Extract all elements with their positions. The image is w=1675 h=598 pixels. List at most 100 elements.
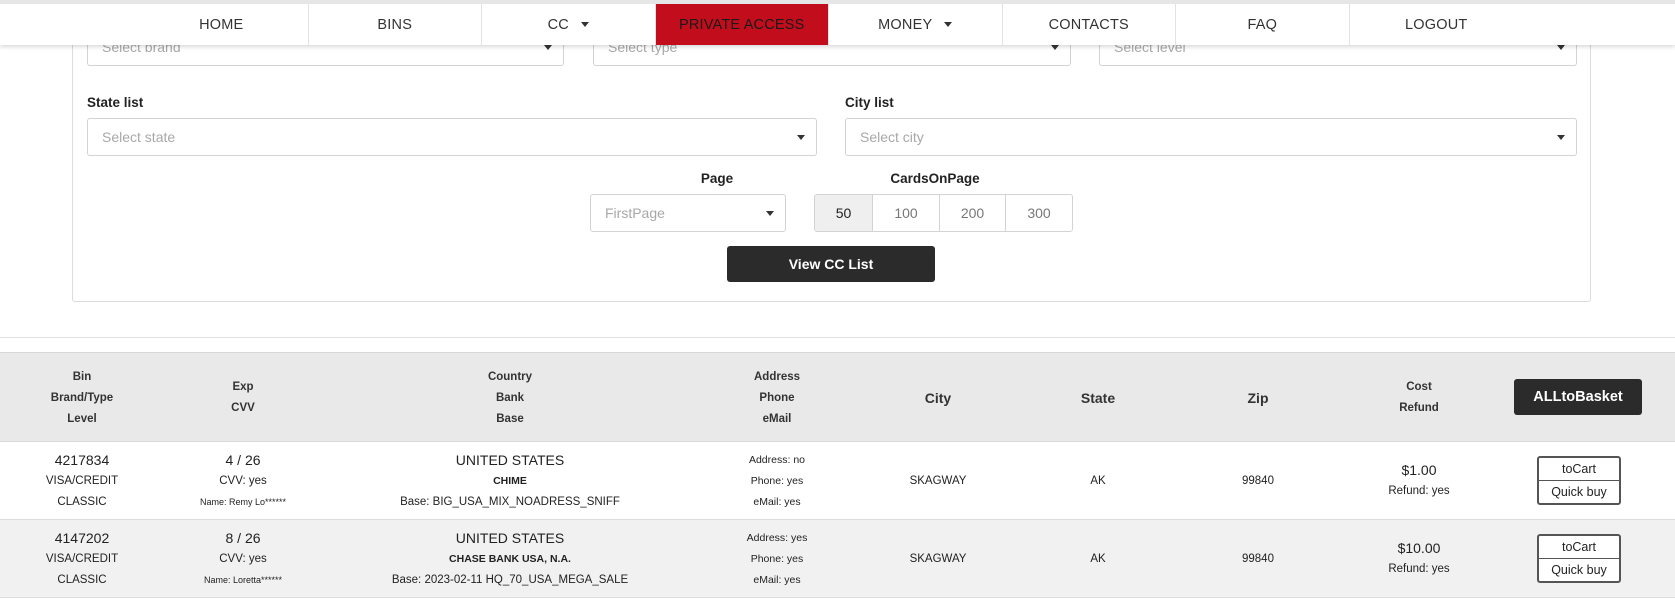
nav-cc-label: CC	[547, 16, 569, 33]
nav-contacts[interactable]: CONTACTS	[1003, 4, 1176, 45]
header-country-line: Country	[487, 370, 533, 383]
nav-contacts-label: CONTACTS	[1048, 16, 1129, 33]
cell-bin: 4217834 VISA/CREDIT CLASSIC	[32, 442, 132, 520]
cart-actions: toCart Quick buy	[1537, 534, 1621, 583]
all-to-basket-button[interactable]: ALLtoBasket	[1514, 379, 1642, 415]
phone-status: Phone: yes	[750, 474, 804, 487]
header-refund-line: Refund	[1399, 402, 1439, 414]
chevron-down-icon	[544, 45, 552, 50]
cart-actions: toCart Quick buy	[1537, 456, 1621, 505]
nav-money-label: MONEY	[878, 16, 933, 33]
cards-option-100[interactable]: 100	[873, 195, 940, 231]
header-base-line: Base	[496, 412, 524, 425]
bank: CHASE BANK USA, N.A.	[449, 552, 571, 565]
header-bin: Bin Brand/Type Level	[32, 353, 132, 443]
to-cart-button[interactable]: toCart	[1539, 536, 1619, 559]
divider	[0, 337, 1675, 338]
nav-faq[interactable]: FAQ	[1176, 4, 1350, 45]
top-navbar: HOME BINS CC PRIVATE ACCESS MONEY CONTAC…	[0, 0, 1675, 45]
city-select-placeholder: Select city	[860, 129, 924, 145]
nav-private-access-label: PRIVATE ACCESS	[678, 16, 805, 33]
bin-number: 4147202	[54, 529, 110, 546]
holder-name: Name: Remy Lo******	[199, 496, 287, 507]
cell-state: AK	[1090, 474, 1106, 487]
cell-country: UNITED STATES CHASE BANK USA, N.A. Base:…	[360, 520, 660, 598]
cell-bin: 4147202 VISA/CREDIT CLASSIC	[32, 520, 132, 598]
city-select[interactable]: Select city	[845, 118, 1577, 156]
address-status: Address: no	[748, 453, 806, 466]
cell-exp: 4 / 26 CVV: yes Name: Remy Lo******	[173, 442, 313, 520]
country: UNITED STATES	[455, 529, 565, 546]
quick-buy-button[interactable]: Quick buy	[1539, 481, 1619, 503]
nav-logout[interactable]: LOGOUT	[1350, 4, 1524, 45]
country: UNITED STATES	[455, 451, 565, 468]
state-list-label: State list	[87, 95, 144, 110]
refund-status: Refund: yes	[1388, 485, 1450, 497]
cards-option-200[interactable]: 200	[940, 195, 1006, 231]
nav-logout-label: LOGOUT	[1405, 16, 1468, 33]
bank: CHIME	[493, 474, 527, 487]
refund-status: Refund: yes	[1388, 563, 1450, 575]
header-cost: Cost Refund	[1369, 353, 1469, 443]
exp-date: 8 / 26	[225, 529, 261, 546]
chevron-down-icon	[797, 135, 805, 140]
cell-zip: 99840	[1242, 552, 1274, 565]
city-list-label: City list	[845, 95, 894, 110]
exp-date: 4 / 26	[225, 451, 261, 468]
chevron-down-icon	[1051, 45, 1059, 50]
cost: $1.00	[1401, 462, 1437, 478]
nav-faq-label: FAQ	[1247, 16, 1278, 33]
cvv-status: CVV: yes	[219, 552, 267, 565]
nav-home-label: HOME	[199, 16, 244, 33]
page-select-value: FirstPage	[605, 205, 665, 221]
bin-number: 4217834	[54, 451, 110, 468]
cards-on-page-selector: 50 100 200 300	[814, 194, 1073, 232]
nav-money[interactable]: MONEY	[829, 4, 1003, 45]
cell-address: Address: yes Phone: yes eMail: yes	[717, 520, 837, 598]
nav-private-access[interactable]: PRIVATE ACCESS	[655, 4, 829, 45]
holder-name: Name: Loretta******	[203, 574, 283, 585]
header-cost-line: Cost	[1406, 381, 1432, 393]
page-select[interactable]: FirstPage	[590, 194, 786, 232]
header-zip: Zip	[1247, 389, 1269, 406]
view-cc-list-button[interactable]: View CC List	[727, 246, 935, 282]
cell-country: UNITED STATES CHIME Base: BIG_USA_MIX_NO…	[360, 442, 660, 520]
card-level: CLASSIC	[57, 495, 107, 508]
header-bank-line: Bank	[495, 391, 525, 404]
nav-bins-label: BINS	[377, 16, 413, 33]
cell-zip: 99840	[1242, 474, 1274, 487]
table-row: 4147202 VISA/CREDIT CLASSIC 8 / 26 CVV: …	[0, 520, 1675, 598]
nav-cc[interactable]: CC	[482, 4, 656, 45]
cell-state: AK	[1090, 552, 1106, 565]
cell-city: SKAGWAY	[909, 552, 967, 565]
nav-home[interactable]: HOME	[135, 4, 309, 45]
base: Base: BIG_USA_MIX_NOADRESS_SNIFF	[400, 495, 620, 508]
header-brand-line: Brand/Type	[50, 391, 114, 404]
card-level: CLASSIC	[57, 573, 107, 586]
header-level-line: Level	[67, 412, 97, 425]
base: Base: 2023-02-11 HQ_70_USA_MEGA_SALE	[391, 573, 629, 586]
cards-on-page-label: CardsOnPage	[890, 171, 980, 186]
phone-status: Phone: yes	[750, 552, 804, 565]
to-cart-button[interactable]: toCart	[1539, 458, 1619, 481]
chevron-down-icon	[766, 211, 774, 216]
header-phone-line: Phone	[759, 391, 795, 404]
header-exp: Exp CVV	[193, 353, 293, 443]
header-state: State	[1080, 389, 1116, 406]
brand-type: VISA/CREDIT	[45, 474, 119, 487]
chevron-down-icon	[1557, 135, 1565, 140]
cell-exp: 8 / 26 CVV: yes Name: Loretta******	[173, 520, 313, 598]
brand-type: VISA/CREDIT	[45, 552, 119, 565]
cvv-status: CVV: yes	[219, 474, 267, 487]
cell-cost: $10.00 Refund: yes	[1369, 520, 1469, 598]
caret-down-icon	[580, 22, 589, 27]
cell-address: Address: no Phone: yes eMail: yes	[717, 442, 837, 520]
nav-bins[interactable]: BINS	[309, 4, 482, 45]
address-status: Address: yes	[746, 531, 808, 544]
quick-buy-button[interactable]: Quick buy	[1539, 559, 1619, 581]
cards-option-300[interactable]: 300	[1006, 195, 1072, 231]
state-select[interactable]: Select state	[87, 118, 817, 156]
table-row: 4217834 VISA/CREDIT CLASSIC 4 / 26 CVV: …	[0, 442, 1675, 520]
cards-option-50[interactable]: 50	[815, 195, 873, 231]
header-address: Address Phone eMail	[727, 353, 827, 443]
